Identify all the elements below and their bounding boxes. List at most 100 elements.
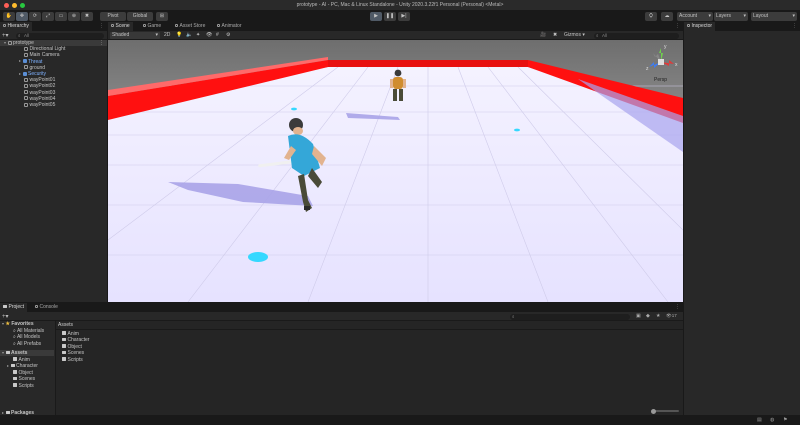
cloud-icon[interactable]: ☁ — [661, 11, 673, 21]
debug-mode-icon[interactable]: ⚑ — [783, 417, 787, 423]
content-folder-label: Character — [67, 337, 90, 343]
lighting-toggle-icon[interactable]: 💡 — [176, 32, 182, 39]
favorites-item[interactable]: ★ Favorites — [0, 321, 54, 327]
tools-icon[interactable]: ⚙ — [226, 32, 230, 39]
collapse-icon — [19, 60, 21, 63]
tools-settings-icon[interactable]: ✖ — [553, 32, 557, 39]
gameobject-icon — [24, 84, 28, 89]
hierarchy-item-label: wayPoint03 — [29, 89, 56, 96]
effects-toggle-icon[interactable]: ✦ — [196, 32, 200, 39]
global-toggle[interactable]: Global — [127, 11, 153, 21]
play-button[interactable]: ▶ — [370, 11, 382, 21]
hierarchy-item-label: Security — [28, 71, 47, 77]
custom-tool-button[interactable]: ✖ — [81, 11, 93, 21]
pivot-toggle[interactable]: Pivot — [100, 11, 126, 21]
create-asset-button[interactable]: +▾ — [2, 313, 9, 320]
rotate-tool-button[interactable]: ⟳ — [29, 11, 41, 21]
favorite-label: All Prefabs — [16, 340, 42, 347]
scene-viewport[interactable]: x y z Persp — [108, 40, 683, 302]
favorite-all-prefabs[interactable]: ⌕ All Prefabs — [0, 341, 54, 347]
prefab-icon — [22, 71, 27, 76]
pause-button[interactable]: ❚❚ — [384, 11, 396, 21]
project-search-input[interactable]: ⌕ — [510, 313, 630, 320]
hierarchy-panel: Hierarchy ⋮ +▾ ⌕ All prototype ⋮ Direction… — [0, 22, 107, 302]
inspector-panel: Inspector ⋮ — [684, 22, 800, 415]
favorite-all-models[interactable]: ⌕ All Models — [0, 334, 54, 340]
rect-tool-button[interactable]: ▭ — [55, 11, 67, 21]
camera-icon[interactable]: 🎥 — [540, 32, 546, 39]
animator-icon — [217, 24, 220, 28]
progress-icon[interactable]: ◍ — [770, 417, 774, 423]
tab-game[interactable]: Game — [140, 22, 164, 31]
asset-folder-anim[interactable]: Anim — [0, 357, 54, 363]
hierarchy-item-label: wayPoint02 — [29, 83, 56, 90]
transform-tool-button[interactable]: ⊕ — [68, 11, 80, 21]
asset-folder-object[interactable]: Object — [0, 370, 54, 376]
gizmos-dropdown[interactable]: Gizmos ▾ — [564, 32, 592, 39]
move-tool-button[interactable]: ✥ — [16, 11, 28, 21]
gameobject-icon — [24, 102, 28, 107]
asset-folder-character[interactable]: Character — [0, 363, 54, 369]
tab-hierarchy[interactable]: Hierarchy — [0, 22, 32, 31]
asset-folder-scripts[interactable]: Scripts — [0, 383, 54, 389]
animator-tab-label: Animator — [221, 23, 242, 29]
filter-label-icon[interactable]: ◆ — [646, 313, 650, 319]
more-icon[interactable]: ⋮ — [675, 23, 680, 29]
scene-search-input[interactable]: ⌕ All — [594, 33, 679, 39]
tab-console[interactable]: Console — [32, 303, 61, 312]
divider — [56, 329, 683, 330]
gameobject-icon — [24, 77, 28, 82]
hidden-objects-icon[interactable]: 👁 — [206, 32, 212, 39]
more-icon[interactable]: ⋮ — [792, 23, 797, 29]
snap-increment-button[interactable]: ⊞ — [156, 11, 168, 21]
content-folder-anim[interactable]: Anim — [56, 331, 683, 337]
hierarchy-item-label: wayPoint04 — [29, 95, 56, 102]
tab-project[interactable]: Project — [0, 303, 28, 312]
assets-root-item[interactable]: Assets — [0, 350, 54, 357]
asset-folder-label: Scenes — [18, 376, 36, 382]
2d-toggle[interactable]: 2D — [164, 32, 170, 39]
scene-tab-label: Scene — [115, 23, 130, 29]
favorite-icon[interactable]: ★ — [656, 313, 660, 319]
global-label: Global — [132, 12, 148, 19]
layout-dropdown[interactable]: Layout ▾ — [751, 11, 797, 21]
persp-label[interactable]: Persp — [654, 77, 667, 83]
hierarchy-item-label: wayPoint05 — [29, 102, 56, 108]
step-button[interactable]: ▶| — [398, 11, 410, 21]
hierarchy-search-input[interactable]: ⌕ All — [16, 32, 104, 39]
folder-icon — [5, 350, 10, 355]
content-folder-scripts[interactable]: Scripts — [56, 357, 683, 363]
auto-generate-lighting-icon[interactable]: ▤ — [757, 417, 762, 423]
icon-size-slider[interactable] — [651, 408, 679, 414]
tab-animator[interactable]: Animator — [214, 22, 245, 31]
audio-toggle-icon[interactable]: 🔈 — [186, 32, 192, 39]
filter-type-icon[interactable]: ▣ — [636, 313, 641, 319]
grid-toggle-icon[interactable]: # — [216, 32, 219, 39]
add-object-button[interactable]: +▾ — [2, 32, 9, 39]
more-icon[interactable]: ⋮ — [99, 23, 104, 29]
content-folder-character[interactable]: Character — [56, 337, 683, 343]
slider-handle[interactable] — [651, 408, 656, 414]
hierarchy-item-waypoint05[interactable]: wayPoint05 — [0, 102, 107, 108]
content-folder-object[interactable]: Object — [56, 344, 683, 350]
folder-icon — [62, 337, 66, 342]
favorite-label: All Models — [16, 334, 41, 340]
favorite-all-materials[interactable]: ⌕ All Materials — [0, 328, 54, 334]
tab-asset-store[interactable]: Asset Store — [172, 22, 208, 31]
tab-inspector[interactable]: Inspector — [684, 22, 716, 31]
scale-tool-button[interactable]: ⤢ — [42, 11, 54, 21]
more-icon[interactable]: ⋮ — [675, 304, 680, 310]
tab-scene[interactable]: Scene — [108, 22, 133, 31]
shading-mode-dropdown[interactable]: Shaded ▾ — [110, 32, 160, 39]
asset-folder-scenes[interactable]: Scenes — [0, 376, 54, 382]
account-dropdown[interactable]: Account ▾ — [677, 11, 713, 21]
game-tab-label: Game — [147, 23, 162, 29]
chevron-down-icon: ▾ — [743, 12, 746, 19]
inspector-tab-label: Inspector — [691, 23, 713, 29]
waypoint-marker — [514, 128, 520, 132]
content-folder-scenes[interactable]: Scenes — [56, 350, 683, 356]
hand-tool-button[interactable]: ✋ — [3, 11, 15, 21]
layers-dropdown[interactable]: Layers ▾ — [714, 11, 748, 21]
collab-icon[interactable]: ⛭ — [645, 11, 657, 21]
hidden-packages-icon[interactable]: 👁17 — [666, 313, 677, 319]
